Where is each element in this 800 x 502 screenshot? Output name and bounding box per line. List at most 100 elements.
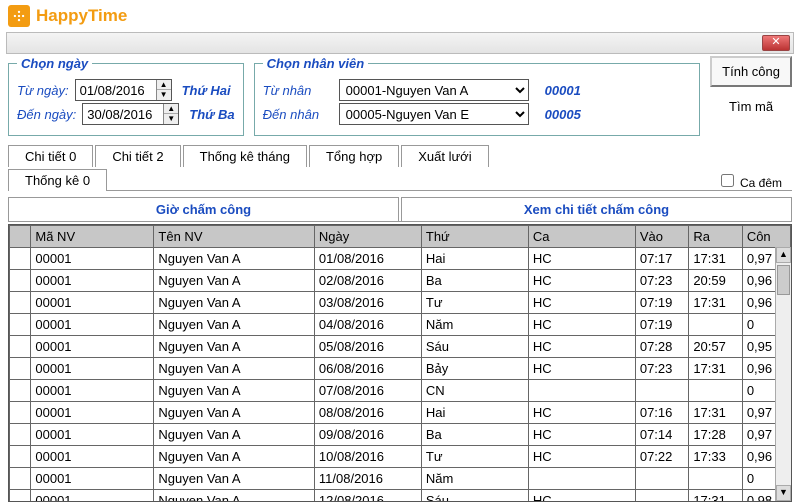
col-vao[interactable]: Vào [635, 226, 688, 248]
cell-ca: HC [528, 314, 635, 336]
to-emp-select[interactable]: 00005-Nguyen Van E [339, 103, 529, 125]
row-selector[interactable] [10, 490, 31, 502]
table-row[interactable]: 00001Nguyen Van A07/08/2016CN0 [10, 380, 791, 402]
cell-vao [635, 490, 688, 502]
row-selector[interactable] [10, 336, 31, 358]
table-row[interactable]: 00001Nguyen Van A08/08/2016HaiHC07:1617:… [10, 402, 791, 424]
cell-ngay: 12/08/2016 [314, 490, 421, 502]
to-emp-code: 00005 [545, 107, 581, 122]
cell-ra [689, 380, 742, 402]
night-shift-check[interactable]: Ca đêm [717, 171, 782, 190]
col-ngay[interactable]: Ngày [314, 226, 421, 248]
table-row[interactable]: 00001Nguyen Van A05/08/2016SáuHC07:2820:… [10, 336, 791, 358]
cell-ca [528, 468, 635, 490]
table-row[interactable]: 00001Nguyen Van A03/08/2016TưHC07:1917:3… [10, 292, 791, 314]
col-ca[interactable]: Ca [528, 226, 635, 248]
night-shift-checkbox[interactable] [721, 174, 734, 187]
cell-ra: 20:57 [689, 336, 742, 358]
table-row[interactable]: 00001Nguyen Van A10/08/2016TưHC07:2217:3… [10, 446, 791, 468]
cell-ngay: 03/08/2016 [314, 292, 421, 314]
cell-ten: Nguyen Van A [154, 490, 314, 502]
tab-chitiet0[interactable]: Chi tiết 0 [8, 145, 93, 167]
col-selector[interactable] [10, 226, 31, 248]
row-selector[interactable] [10, 424, 31, 446]
scroll-up-icon[interactable]: ▲ [776, 247, 791, 263]
cell-ten: Nguyen Van A [154, 424, 314, 446]
cell-ma: 00001 [31, 248, 154, 270]
row-selector[interactable] [10, 292, 31, 314]
cell-ngay: 07/08/2016 [314, 380, 421, 402]
cell-ra: 17:31 [689, 402, 742, 424]
table-row[interactable]: 00001Nguyen Van A04/08/2016NămHC07:190 [10, 314, 791, 336]
cell-ca: HC [528, 292, 635, 314]
table-row[interactable]: 00001Nguyen Van A01/08/2016HaiHC07:1717:… [10, 248, 791, 270]
timesheet-grid: Mã NV Tên NV Ngày Thứ Ca Vào Ra Côn 0000… [8, 224, 792, 502]
from-date-label: Từ ngày: [17, 83, 69, 98]
table-row[interactable]: 00001Nguyen Van A11/08/2016Năm0 [10, 468, 791, 490]
vertical-scrollbar[interactable]: ▲ ▼ [775, 247, 791, 501]
table-row[interactable]: 00001Nguyen Van A09/08/2016BaHC07:1417:2… [10, 424, 791, 446]
tab-thongkethang[interactable]: Thống kê tháng [183, 145, 307, 167]
tab-xuatluoi[interactable]: Xuất lưới [401, 145, 488, 167]
to-date-spinner[interactable]: ▲▼ [163, 104, 178, 124]
row-selector[interactable] [10, 380, 31, 402]
cell-thu: Bảy [421, 358, 528, 380]
cell-ra: 17:33 [689, 446, 742, 468]
row-selector[interactable] [10, 270, 31, 292]
col-ra[interactable]: Ra [689, 226, 742, 248]
cell-vao: 07:19 [635, 292, 688, 314]
cell-ngay: 04/08/2016 [314, 314, 421, 336]
table-row[interactable]: 00001Nguyen Van A06/08/2016BảyHC07:2317:… [10, 358, 791, 380]
cell-ten: Nguyen Van A [154, 248, 314, 270]
row-selector[interactable] [10, 468, 31, 490]
col-thu[interactable]: Thứ [421, 226, 528, 248]
tab-xem-chi-tiet[interactable]: Xem chi tiết chấm công [401, 197, 792, 221]
cell-ma: 00001 [31, 380, 154, 402]
to-date-input[interactable] [83, 104, 163, 124]
date-range-group: Chọn ngày Từ ngày: ▲▼ Thứ Hai Đến ngày: … [8, 56, 244, 136]
cell-thu: Năm [421, 468, 528, 490]
row-selector[interactable] [10, 358, 31, 380]
cell-ca: HC [528, 248, 635, 270]
col-ten[interactable]: Tên NV [154, 226, 314, 248]
close-button[interactable]: ✕ [762, 35, 790, 51]
row-selector[interactable] [10, 446, 31, 468]
cell-ten: Nguyen Van A [154, 468, 314, 490]
cell-ma: 00001 [31, 292, 154, 314]
brand-name: HappyTime [36, 6, 127, 26]
app-header: HappyTime [0, 0, 800, 32]
cell-ra [689, 468, 742, 490]
scroll-thumb[interactable] [777, 265, 790, 295]
cell-ca: HC [528, 424, 635, 446]
cell-thu: Hai [421, 248, 528, 270]
tab-tonghop[interactable]: Tổng hợp [309, 145, 399, 167]
row-selector[interactable] [10, 314, 31, 336]
calc-button[interactable]: Tính công [710, 56, 792, 87]
scroll-down-icon[interactable]: ▼ [776, 485, 791, 501]
col-ma[interactable]: Mã NV [31, 226, 154, 248]
sub-tabstrip: Giờ chấm công Xem chi tiết chấm công [8, 197, 792, 222]
cell-ngay: 02/08/2016 [314, 270, 421, 292]
cell-ca: HC [528, 270, 635, 292]
cell-ca: HC [528, 446, 635, 468]
table-row[interactable]: 00001Nguyen Van A12/08/2016SáuHC17:310,9… [10, 490, 791, 502]
row-selector[interactable] [10, 402, 31, 424]
cell-thu: Ba [421, 270, 528, 292]
cell-thu: Hai [421, 402, 528, 424]
cell-vao: 07:14 [635, 424, 688, 446]
from-emp-select[interactable]: 00001-Nguyen Van A [339, 79, 529, 101]
tab-gio-cham-cong[interactable]: Giờ chấm công [8, 197, 399, 221]
from-date-input[interactable] [76, 80, 156, 100]
from-date-spinner[interactable]: ▲▼ [156, 80, 171, 100]
cell-ma: 00001 [31, 336, 154, 358]
cell-ca: HC [528, 358, 635, 380]
tab-thongke0[interactable]: Thống kê 0 [8, 169, 107, 191]
cell-ten: Nguyen Van A [154, 270, 314, 292]
cell-ra: 17:31 [689, 292, 742, 314]
from-emp-label: Từ nhân [263, 83, 333, 98]
row-selector[interactable] [10, 248, 31, 270]
find-code-button[interactable]: Tìm mã [710, 93, 792, 120]
tab-chitiet2[interactable]: Chi tiết 2 [95, 145, 180, 167]
col-con[interactable]: Côn [742, 226, 790, 248]
table-row[interactable]: 00001Nguyen Van A02/08/2016BaHC07:2320:5… [10, 270, 791, 292]
